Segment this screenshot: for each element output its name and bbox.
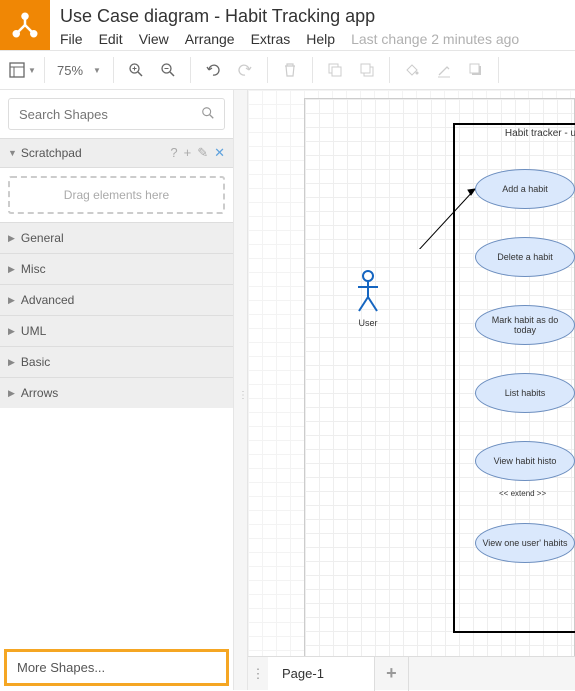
more-shapes-button[interactable]: More Shapes... xyxy=(4,649,229,686)
usecase-uc4[interactable]: List habits xyxy=(475,373,575,413)
actor-label: User xyxy=(355,318,381,328)
menu-arrange[interactable]: Arrange xyxy=(185,31,235,47)
sidebar: ▼ Scratchpad ? + ✎ ✕ Drag elements here … xyxy=(0,90,234,690)
zoom-out-button[interactable] xyxy=(154,56,182,84)
menu-extras[interactable]: Extras xyxy=(251,31,291,47)
fill-button[interactable] xyxy=(398,56,426,84)
usecase-uc5[interactable]: View habit histo xyxy=(475,441,575,481)
category-uml[interactable]: ▶UML xyxy=(0,315,233,346)
tab-page-1[interactable]: Page-1 xyxy=(268,657,375,691)
category-misc[interactable]: ▶Misc xyxy=(0,253,233,284)
caret-right-icon: ▶ xyxy=(8,264,15,275)
edit-icon[interactable]: ✎ xyxy=(197,145,208,161)
caret-right-icon: ▶ xyxy=(8,326,15,337)
usecase-uc3[interactable]: Mark habit as do today xyxy=(475,305,575,345)
pages-menu-button[interactable]: ⋮ xyxy=(248,666,268,682)
shadow-button[interactable] xyxy=(462,56,490,84)
caret-right-icon: ▶ xyxy=(8,295,15,306)
close-icon[interactable]: ✕ xyxy=(214,145,225,161)
actor-user[interactable]: User xyxy=(355,269,381,328)
page-tabs: ⋮ Page-1 + xyxy=(248,656,575,690)
app-logo[interactable] xyxy=(0,0,50,50)
redo-button[interactable] xyxy=(231,56,259,84)
sidebar-resizer[interactable]: ⋮ xyxy=(234,90,248,690)
canvas[interactable]: User Habit tracker - us Add a habi xyxy=(248,90,575,690)
category-advanced[interactable]: ▶Advanced xyxy=(0,284,233,315)
menu-view[interactable]: View xyxy=(139,31,169,47)
search-input[interactable] xyxy=(8,98,225,130)
category-basic[interactable]: ▶Basic xyxy=(0,346,233,377)
add-page-button[interactable]: + xyxy=(375,657,409,691)
document-title[interactable]: Use Case diagram - Habit Tracking app xyxy=(60,6,575,27)
scratchpad-dropzone[interactable]: Drag elements here xyxy=(8,176,225,214)
caret-right-icon: ▶ xyxy=(8,357,15,368)
toolbar: ▼ 75%▼ xyxy=(0,50,575,90)
add-icon[interactable]: + xyxy=(184,145,192,161)
caret-down-icon: ▼ xyxy=(8,148,17,158)
category-arrows[interactable]: ▶Arrows xyxy=(0,377,233,408)
zoom-select[interactable]: 75%▼ xyxy=(53,63,105,78)
view-button[interactable]: ▼ xyxy=(8,56,36,84)
usecase-uc2[interactable]: Delete a habit xyxy=(475,237,575,277)
caret-right-icon: ▶ xyxy=(8,233,15,244)
last-change-label: Last change 2 minutes ago xyxy=(351,31,519,47)
help-icon[interactable]: ? xyxy=(170,145,177,161)
undo-button[interactable] xyxy=(199,56,227,84)
to-back-button[interactable] xyxy=(353,56,381,84)
menu-edit[interactable]: Edit xyxy=(99,31,123,47)
delete-button[interactable] xyxy=(276,56,304,84)
menu-file[interactable]: File xyxy=(60,31,83,47)
to-front-button[interactable] xyxy=(321,56,349,84)
extend-label: << extend >> xyxy=(499,489,546,498)
line-button[interactable] xyxy=(430,56,458,84)
menu-help[interactable]: Help xyxy=(306,31,335,47)
usecase-uc6[interactable]: View one user' habits xyxy=(475,523,575,563)
scratchpad-header[interactable]: ▼ Scratchpad ? + ✎ ✕ xyxy=(0,138,233,168)
usecase-uc1[interactable]: Add a habit xyxy=(475,169,575,209)
caret-right-icon: ▶ xyxy=(8,388,15,399)
search-icon xyxy=(201,106,215,123)
zoom-in-button[interactable] xyxy=(122,56,150,84)
system-title: Habit tracker - us xyxy=(455,124,575,144)
category-general[interactable]: ▶General xyxy=(0,222,233,253)
